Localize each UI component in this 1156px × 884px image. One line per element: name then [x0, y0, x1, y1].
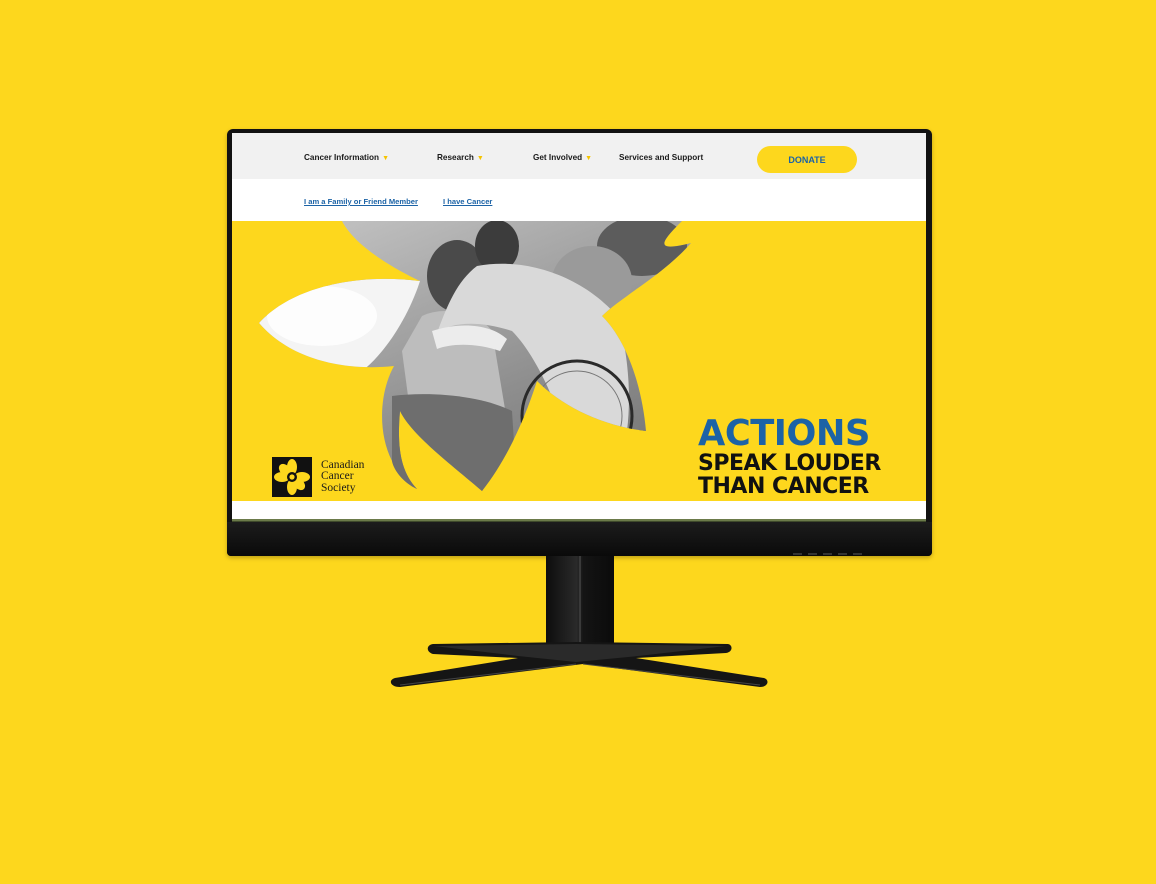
- monitor-button[interactable]: [808, 553, 817, 555]
- brand-name: Canadian Cancer Society: [321, 459, 364, 495]
- monitor-button[interactable]: [853, 553, 862, 555]
- donate-button[interactable]: DONATE: [757, 146, 857, 173]
- monitor-button[interactable]: [823, 553, 832, 555]
- nav-item-get-involved[interactable]: Get Involved ▼: [533, 153, 592, 162]
- monitor-button[interactable]: [838, 553, 847, 555]
- brand-logo[interactable]: Canadian Cancer Society: [272, 457, 364, 497]
- daffodil-logo-icon: [272, 457, 312, 497]
- nav-item-research[interactable]: Research ▼: [437, 153, 484, 162]
- monitor-bezel: [227, 522, 932, 556]
- chevron-down-icon: ▼: [382, 155, 390, 162]
- subnav-link-family-friend[interactable]: I am a Family or Friend Member: [304, 197, 418, 206]
- hero-headline: ACTIONS SPEAK LOUDER THAN CANCER: [698, 413, 881, 499]
- nav-item-label: Research: [437, 153, 474, 162]
- nav-item-services-and-support[interactable]: Services and Support: [619, 153, 703, 162]
- monitor-button[interactable]: [793, 553, 802, 555]
- monitor: Cancer Information ▼ Research ▼ Get Involv…: [227, 129, 932, 556]
- hero-banner: Canadian Cancer Society ACTIONS SPEAK LO…: [232, 221, 926, 501]
- chevron-down-icon: ▼: [476, 155, 484, 162]
- headline-actions: ACTIONS: [698, 413, 870, 454]
- nav-item-label: Get Involved: [533, 153, 583, 162]
- sub-nav: I am a Family or Friend Member I have Ca…: [232, 179, 926, 221]
- nav-item-label: Services and Support: [619, 153, 704, 162]
- subnav-link-i-have-cancer[interactable]: I have Cancer: [443, 197, 492, 206]
- monitor-stand-neck: [546, 556, 614, 652]
- headline-speak-louder: SPEAK LOUDER: [698, 451, 881, 476]
- nav-item-cancer-information[interactable]: Cancer Information ▼: [304, 153, 389, 162]
- brand-name-line: Society: [321, 481, 356, 494]
- nav-item-label: Cancer Information: [304, 153, 380, 162]
- headline-than-cancer: THAN CANCER: [698, 474, 869, 499]
- monitor-buttons: [793, 553, 862, 555]
- main-nav: Cancer Information ▼ Research ▼ Get Involv…: [232, 133, 926, 179]
- chevron-down-icon: ▼: [585, 155, 593, 162]
- next-section-preview: [232, 501, 926, 523]
- monitor-stand-base: [390, 642, 768, 687]
- browser-viewport: Cancer Information ▼ Research ▼ Get Involv…: [232, 133, 926, 523]
